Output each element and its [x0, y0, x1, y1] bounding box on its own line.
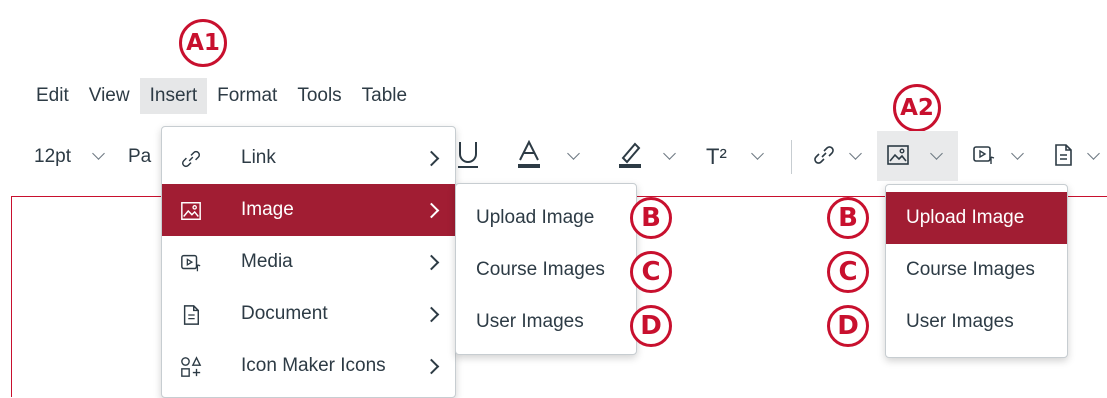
callout-b: B	[630, 197, 672, 239]
callout-d: D	[630, 305, 672, 347]
chevron-down-icon	[1011, 147, 1024, 160]
image-submenu-user-images[interactable]: User Images	[456, 296, 636, 348]
image-icon	[886, 143, 910, 172]
superscript-button[interactable]: T²	[706, 144, 727, 170]
callout-d: D	[827, 305, 869, 347]
insert-menu: Link Image Media Document Icon Maker Ico…	[161, 126, 456, 398]
chevron-down-icon	[567, 147, 580, 160]
toolbar-separator	[791, 140, 792, 174]
menu-table[interactable]: Table	[352, 78, 417, 114]
font-size-select[interactable]: 12pt	[34, 146, 71, 168]
menu-view[interactable]: View	[79, 78, 140, 114]
document-icon[interactable]	[1052, 143, 1074, 172]
text-color-icon[interactable]	[516, 139, 542, 175]
chevron-right-icon	[423, 202, 440, 218]
document-icon	[180, 304, 202, 326]
paragraph-select[interactable]: Pa	[128, 146, 151, 168]
menu-format[interactable]: Format	[207, 78, 287, 114]
chevron-down-icon	[663, 147, 676, 160]
insert-menu-item-media[interactable]: Media	[162, 236, 455, 288]
menu-insert[interactable]: Insert	[139, 78, 208, 114]
menu-item-label: Icon Maker Icons	[241, 355, 386, 376]
highlight-color-icon[interactable]	[617, 140, 643, 175]
insert-menu-item-link[interactable]: Link	[162, 132, 455, 184]
menu-item-label: Document	[241, 303, 328, 324]
menu-edit[interactable]: Edit	[26, 78, 79, 114]
image-submenu-upload[interactable]: Upload Image	[456, 192, 636, 244]
chevron-down-icon	[1087, 147, 1100, 160]
menu-item-label: Course Images	[906, 259, 1035, 280]
toolbar-image-menu-upload[interactable]: Upload Image	[886, 192, 1067, 244]
menu-item-label: User Images	[906, 311, 1014, 332]
chevron-right-icon	[423, 150, 440, 166]
insert-menu-item-document[interactable]: Document	[162, 288, 455, 340]
chevron-right-icon	[423, 358, 440, 374]
menu-item-label: Course Images	[476, 259, 605, 280]
image-icon	[180, 200, 202, 222]
callout-b: B	[827, 197, 869, 239]
link-icon[interactable]	[812, 143, 836, 172]
callout-c: C	[630, 251, 672, 293]
menu-item-label: User Images	[476, 311, 584, 332]
menu-item-label: Upload Image	[906, 207, 1025, 228]
menu-item-label: Upload Image	[476, 207, 595, 228]
image-submenu-course-images[interactable]: Course Images	[456, 244, 636, 296]
toolbar-image-menu-user-images[interactable]: User Images	[886, 296, 1067, 348]
menubar: Edit View Insert Format Tools Table	[26, 78, 417, 114]
chevron-down-icon	[92, 147, 105, 160]
link-icon	[180, 148, 202, 170]
menu-item-label: Link	[241, 147, 276, 168]
chevron-down-icon	[751, 147, 764, 160]
toolbar-image-menu: Upload Image Course Images User Images	[885, 184, 1068, 358]
chevron-right-icon	[423, 254, 440, 270]
callout-c: C	[827, 251, 869, 293]
chevron-right-icon	[423, 306, 440, 322]
icon-maker-icon	[180, 356, 202, 378]
image-submenu: Upload Image Course Images User Images	[455, 183, 637, 355]
insert-menu-item-icon-maker[interactable]: Icon Maker Icons	[162, 340, 455, 392]
callout-a1: A1	[179, 19, 227, 67]
media-icon	[180, 252, 202, 274]
toolbar-image-menu-course-images[interactable]: Course Images	[886, 244, 1067, 296]
menu-tools[interactable]: Tools	[287, 78, 351, 114]
underline-icon[interactable]	[455, 140, 481, 175]
menu-item-label: Media	[241, 251, 293, 272]
insert-menu-item-image[interactable]: Image	[162, 184, 455, 236]
chevron-down-icon	[849, 147, 862, 160]
callout-a2: A2	[893, 84, 941, 132]
menu-item-label: Image	[241, 199, 294, 220]
media-icon[interactable]	[972, 143, 996, 172]
